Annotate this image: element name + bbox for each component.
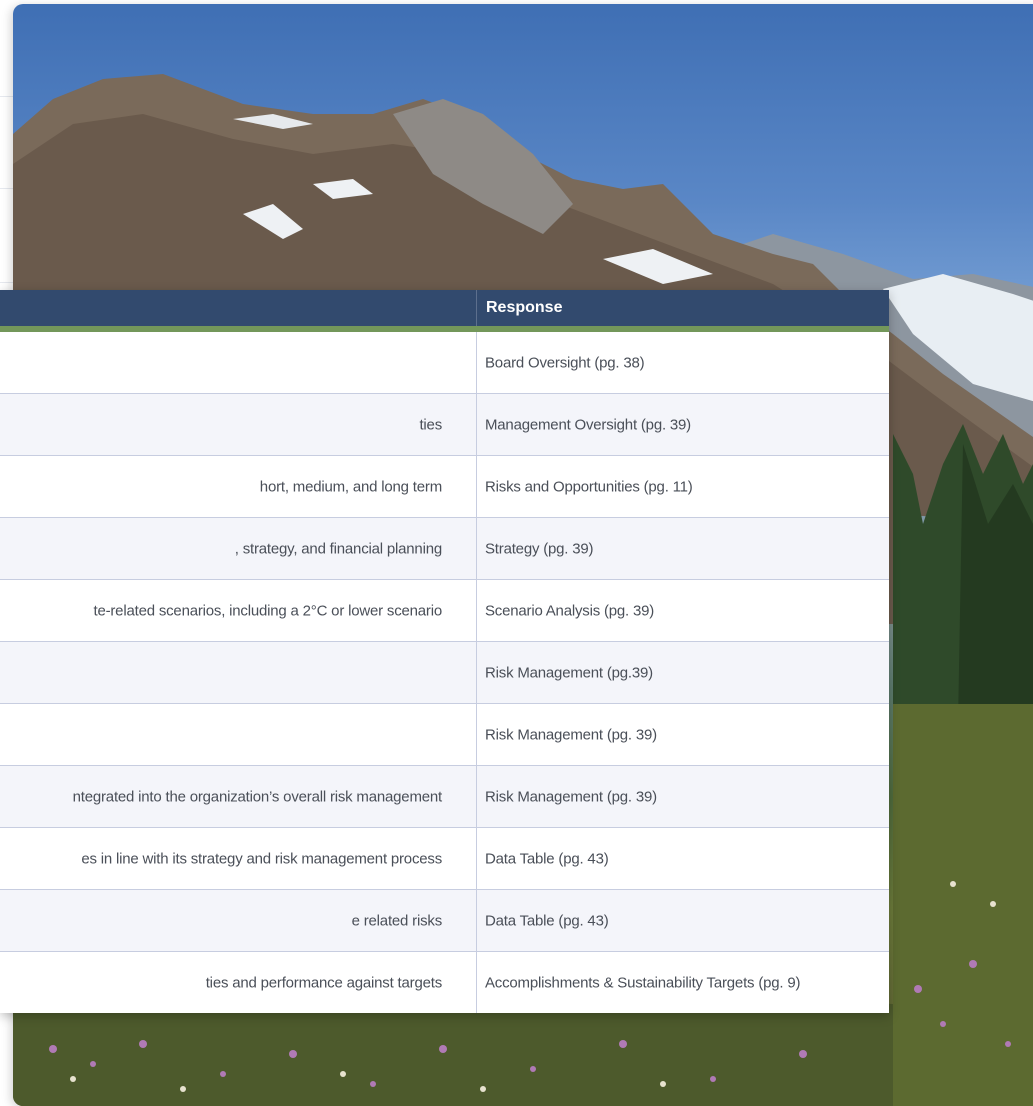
response-header-label: Response [486, 299, 563, 316]
response-cell: Risks and Opportunities (pg. 11) [476, 456, 889, 517]
disclosure-text: ties [419, 416, 442, 433]
table-row: Risk Management (pg.39) [0, 641, 889, 703]
disclosure-text: ntegrated into the organization’s overal… [72, 788, 443, 805]
table-row: , strategy, and financial planning Strate… [0, 517, 889, 579]
disclosure-header-cell [0, 290, 476, 326]
response-text: Data Table (pg. 43) [485, 912, 609, 929]
disclosure-cell: ties [0, 394, 477, 455]
disclosure-cell: te-related scenarios, including a 2°C or… [0, 580, 477, 641]
response-cell: Scenario Analysis (pg. 39) [476, 580, 889, 641]
disclosure-text: , strategy, and financial planning [234, 540, 442, 557]
table-body: Board Oversight (pg. 38) ties Management O… [0, 332, 889, 1013]
table-row: ntegrated into the organization’s overal… [0, 765, 889, 827]
disclosure-cell: ntegrated into the organization’s overal… [0, 766, 477, 827]
disclosure-cell: hort, medium, and long term [0, 456, 477, 517]
disclosure-text: ties and performance against targets [205, 974, 442, 991]
page-divider [0, 282, 14, 283]
response-cell: Strategy (pg. 39) [476, 518, 889, 579]
tcfd-index-table: Response Board Oversight (pg. 38) ties Man… [0, 290, 889, 1013]
disclosure-cell [0, 332, 477, 393]
disclosure-cell: es in line with its strategy and risk ma… [0, 828, 477, 889]
response-cell: Risk Management (pg. 39) [476, 704, 889, 765]
table-row: es in line with its strategy and risk ma… [0, 827, 889, 889]
table-row: ties and performance against targets Acco… [0, 951, 889, 1013]
disclosure-text: e related risks [351, 912, 443, 929]
page-divider [0, 188, 14, 189]
disclosure-cell: , strategy, and financial planning [0, 518, 477, 579]
disclosure-text: es in line with its strategy and risk ma… [81, 850, 442, 867]
response-cell: Data Table (pg. 43) [476, 890, 889, 951]
response-text: Scenario Analysis (pg. 39) [485, 602, 655, 619]
disclosure-cell [0, 642, 477, 703]
response-text: Data Table (pg. 43) [485, 850, 609, 867]
response-cell: Risk Management (pg.39) [476, 642, 889, 703]
response-text: Management Oversight (pg. 39) [485, 416, 691, 433]
response-cell: Data Table (pg. 43) [476, 828, 889, 889]
response-text: Board Oversight (pg. 38) [485, 354, 645, 371]
response-text: Risk Management (pg. 39) [485, 788, 657, 805]
disclosure-cell: e related risks [0, 890, 477, 951]
table-row: Board Oversight (pg. 38) [0, 332, 889, 393]
disclosure-text: te-related scenarios, including a 2°C or… [93, 602, 442, 619]
table-row: ties Management Oversight (pg. 39) [0, 393, 889, 455]
response-cell: Risk Management (pg. 39) [476, 766, 889, 827]
response-text: Strategy (pg. 39) [485, 540, 594, 557]
table-row: te-related scenarios, including a 2°C or… [0, 579, 889, 641]
response-cell: Board Oversight (pg. 38) [476, 332, 889, 393]
table-row: e related risks Data Table (pg. 43) [0, 889, 889, 951]
disclosure-text: hort, medium, and long term [259, 478, 442, 495]
disclosure-cell: ties and performance against targets [0, 952, 477, 1013]
response-text: Accomplishments & Sustainability Targets… [485, 974, 801, 991]
response-text: Risk Management (pg.39) [485, 664, 653, 681]
response-text: Risks and Opportunities (pg. 11) [485, 478, 693, 495]
response-cell: Management Oversight (pg. 39) [476, 394, 889, 455]
table-row: Risk Management (pg. 39) [0, 703, 889, 765]
response-cell: Accomplishments & Sustainability Targets… [476, 952, 889, 1013]
page-divider [0, 96, 14, 97]
table-header: Response [0, 290, 889, 326]
response-header-cell: Response [476, 290, 890, 326]
disclosure-cell [0, 704, 477, 765]
response-text: Risk Management (pg. 39) [485, 726, 657, 743]
table-row: hort, medium, and long term Risks and Opp… [0, 455, 889, 517]
